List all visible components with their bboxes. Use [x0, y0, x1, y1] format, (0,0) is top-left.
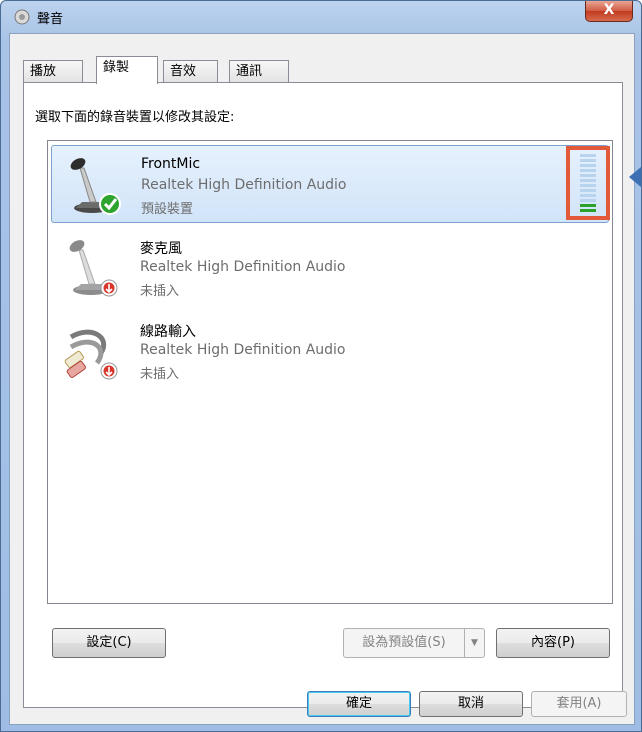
input-level-meter: [580, 154, 596, 212]
tab-recording[interactable]: 錄製: [96, 56, 158, 84]
device-name: 麥克風: [140, 241, 182, 257]
device-status: 未插入: [140, 367, 180, 382]
speaker-icon: [13, 8, 31, 26]
properties-button[interactable]: 內容(P): [496, 628, 610, 658]
list-item-frontmic[interactable]: FrontMic Realtek High Definition Audio 預…: [51, 145, 610, 223]
recording-device-list[interactable]: FrontMic Realtek High Definition Audio 預…: [47, 140, 613, 604]
device-name: 線路輸入: [140, 324, 196, 340]
device-driver: Realtek High Definition Audio: [140, 342, 346, 358]
device-driver: Realtek High Definition Audio: [140, 259, 346, 275]
level-meter-highlight: [566, 146, 610, 220]
list-item-line-in[interactable]: 線路輸入 Realtek High Definition Audio 未插入: [51, 311, 609, 389]
tab-playback[interactable]: 播放: [23, 60, 83, 82]
title-bar[interactable]: 聲音 X: [1, 1, 641, 33]
dialog-client-area: 播放 錄製 音效 通訊 選取下面的錄音裝置以修改其設定: FrontMic Re…: [9, 33, 635, 725]
window-title: 聲音: [37, 12, 64, 27]
set-default-label: 設為預設值(S): [362, 635, 446, 650]
cancel-button[interactable]: 取消: [419, 691, 523, 717]
device-status: 未插入: [140, 284, 180, 299]
line-in-unplugged-icon: [61, 317, 125, 381]
device-name: FrontMic: [141, 156, 201, 172]
configure-button[interactable]: 設定(C): [52, 628, 166, 658]
arrow-left-icon: [629, 167, 641, 187]
list-item-microphone[interactable]: 麥克風 Realtek High Definition Audio 未插入: [51, 228, 609, 306]
tab-sounds[interactable]: 音效: [163, 60, 218, 82]
microphone-default-icon: [62, 152, 126, 216]
device-status: 預設裝置: [141, 202, 194, 217]
chevron-down-icon: ▼: [464, 629, 484, 657]
tab-communications[interactable]: 通訊: [229, 60, 289, 82]
instruction-text: 選取下面的錄音裝置以修改其設定:: [35, 110, 235, 125]
sound-dialog-window: 聲音 X 播放 錄製 音效 通訊 選取下面的錄音裝置以修改其設定: FrontM…: [0, 0, 642, 732]
microphone-unplugged-icon: [61, 234, 125, 298]
close-button[interactable]: X: [585, 1, 633, 22]
apply-button: 套用(A): [531, 691, 627, 717]
ok-button[interactable]: 確定: [307, 691, 411, 717]
set-default-button: 設為預設值(S) ▼: [343, 628, 485, 658]
device-driver: Realtek High Definition Audio: [141, 177, 347, 193]
